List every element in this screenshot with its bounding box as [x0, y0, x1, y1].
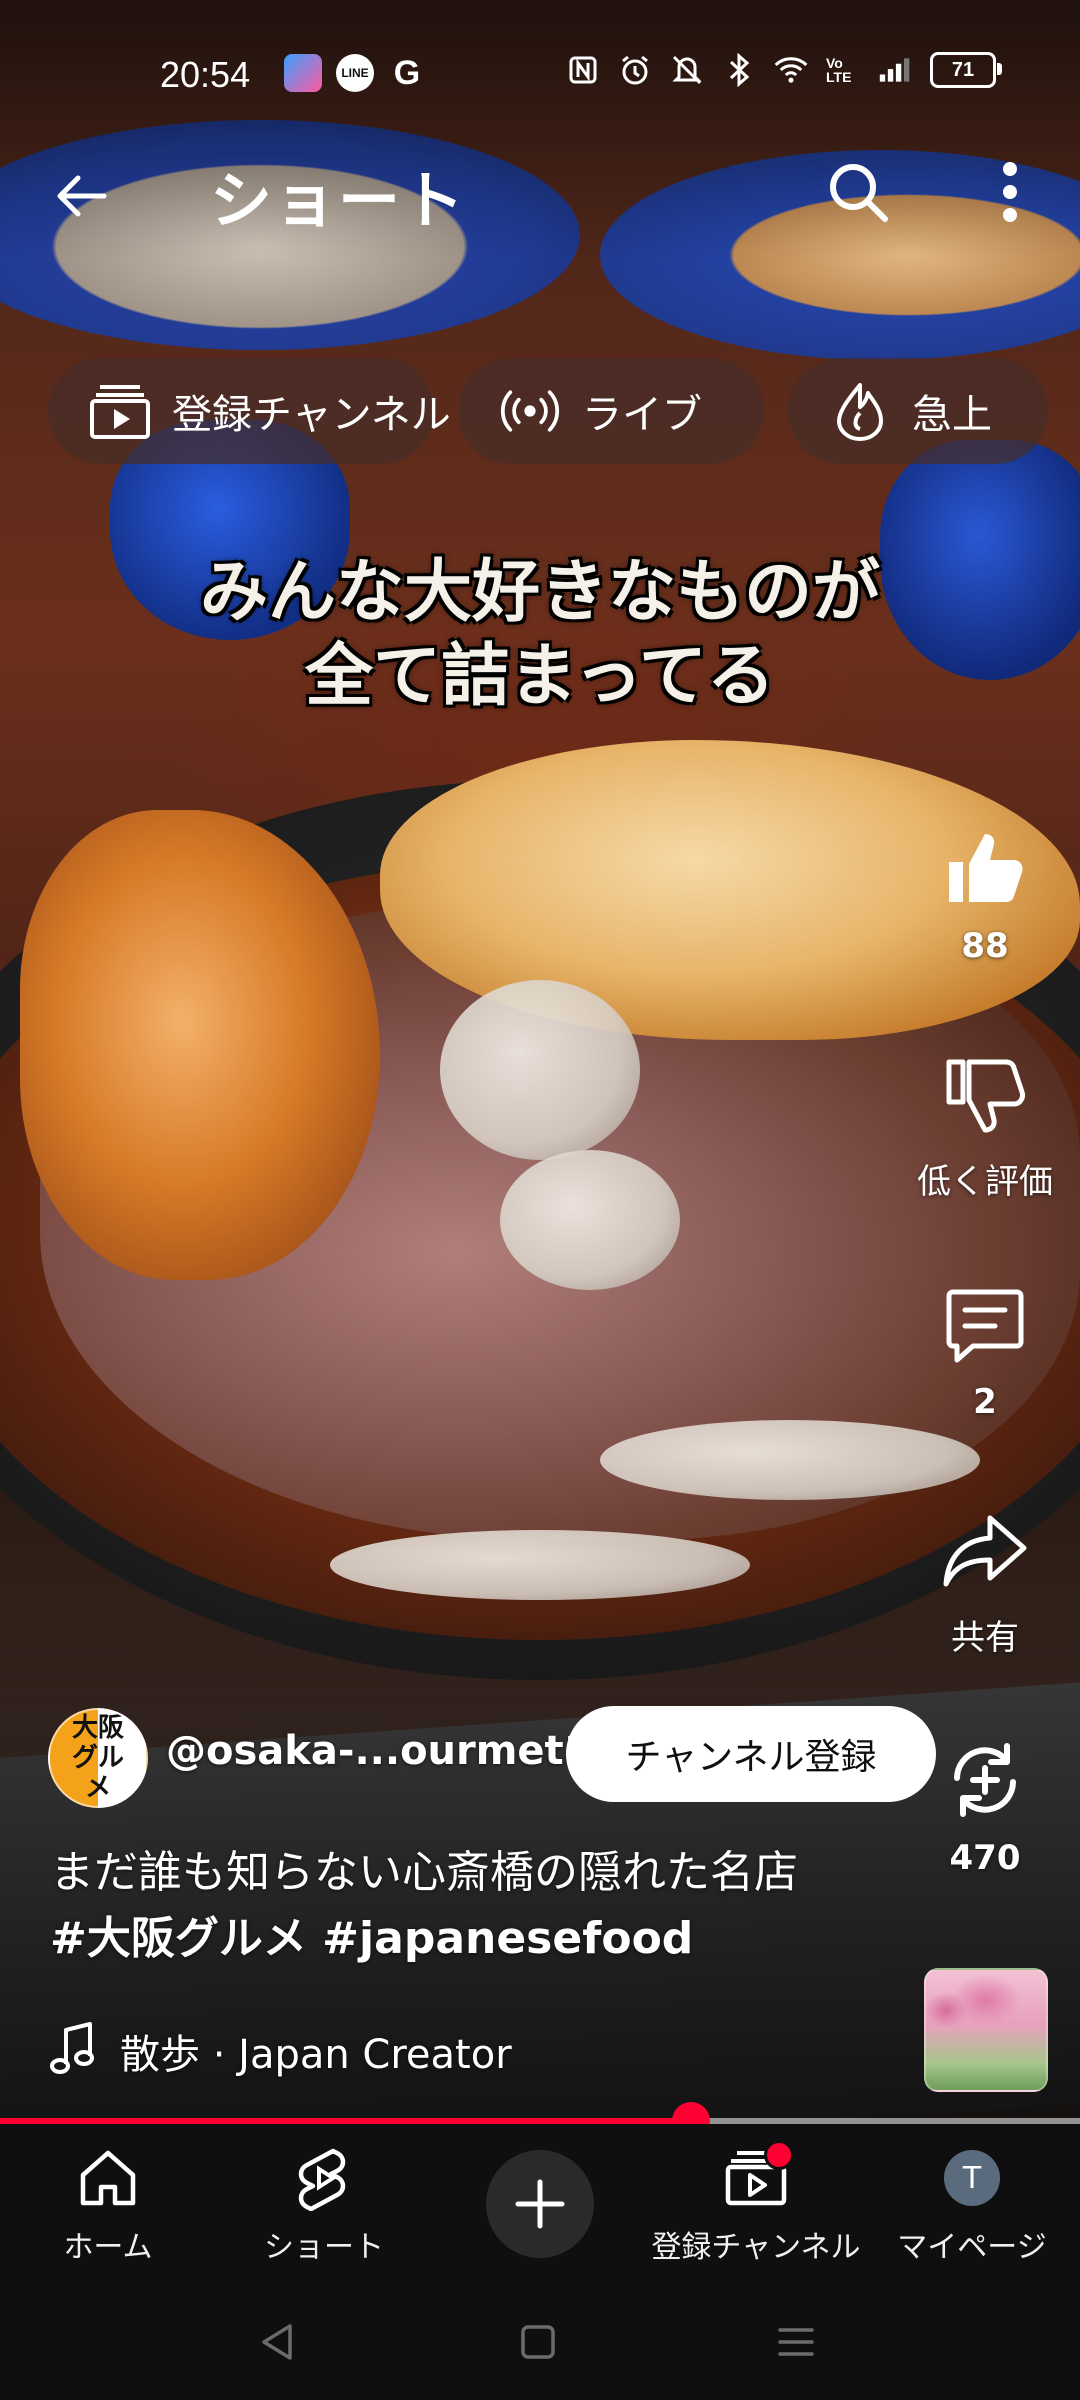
like-button[interactable]: 88: [900, 820, 1070, 966]
comment-icon: [937, 1276, 1033, 1372]
menu-lines-icon: [778, 2328, 814, 2356]
chip-live[interactable]: ライブ: [458, 358, 764, 464]
status-indicators: Vo LTE 71: [566, 52, 1002, 88]
nav-you-label: マイページ: [897, 2230, 1047, 2265]
nav-home[interactable]: ホーム: [0, 2142, 216, 2272]
chip-label: ライブ: [582, 392, 702, 438]
channel-handle[interactable]: @osaka-...ourmet1: [166, 1728, 592, 1774]
like-count: 88: [961, 926, 1009, 966]
live-icon: [500, 381, 560, 441]
remix-count: 470: [949, 1838, 1021, 1878]
plus-icon: [515, 2179, 565, 2229]
triangle-back-icon: [262, 2324, 292, 2360]
video-title[interactable]: まだ誰も知らない心斎橋の隠れた名店 #大阪グルメ #japanesefood: [50, 1840, 910, 1972]
system-recents-button[interactable]: [766, 2312, 826, 2372]
shorts-icon: [288, 2142, 360, 2214]
line-app-icon: LINE: [336, 54, 374, 92]
ai-app-icon: [284, 54, 322, 92]
comment-count: 2: [973, 1382, 997, 1422]
profile-avatar-letter: T: [944, 2150, 1000, 2206]
music-note-icon: [50, 2022, 94, 2080]
chip-subscriptions[interactable]: 登録チャンネル: [48, 358, 451, 464]
dislike-button[interactable]: 低く評価: [900, 1048, 1070, 1203]
video-caption-line-2: 全て詰まってる: [305, 636, 775, 716]
thumbs-up-icon: [937, 820, 1033, 916]
back-arrow-icon: [57, 175, 107, 217]
video-onion-3: [600, 1420, 980, 1500]
notification-dot: [764, 2140, 794, 2170]
chip-trending[interactable]: 急上: [788, 358, 1048, 464]
volte-icon: Vo LTE: [826, 55, 852, 85]
signal-icon: [878, 53, 912, 87]
thumbs-down-icon: [937, 1048, 1033, 1144]
status-app-icons: LINE G: [284, 54, 426, 92]
remix-icon: [937, 1732, 1033, 1828]
nav-subscriptions[interactable]: 登録チャンネル: [648, 2140, 864, 2272]
search-button[interactable]: [820, 154, 896, 230]
page-title: ショート: [210, 164, 467, 237]
more-vertical-icon: [1003, 162, 1017, 222]
more-options-button[interactable]: [972, 154, 1048, 230]
profile-avatar: T: [936, 2142, 1008, 2214]
channel-row: 大阪グルメ @osaka-...ourmet1 チャンネル登録: [48, 1706, 936, 1808]
status-bar: 20:54 LINE G Vo LTE 71: [0, 40, 1080, 110]
battery-icon: 71: [930, 52, 1002, 88]
video-hashtags[interactable]: #大阪グルメ #japanesefood: [50, 1906, 910, 1972]
video-caption-line-1: みんな大好きなものが: [199, 552, 880, 632]
bluetooth-icon: [722, 53, 756, 87]
create-button[interactable]: [486, 2150, 594, 2258]
mute-icon: [670, 53, 704, 87]
nav-shorts-label: ショート: [264, 2230, 384, 2265]
home-icon: [72, 2142, 144, 2214]
subscriptions-nav-icon: [720, 2140, 794, 2214]
music-row[interactable]: 散歩 · Japan Creator: [50, 2016, 512, 2086]
search-icon: [830, 164, 888, 222]
square-home-icon: [521, 2325, 555, 2359]
share-icon: [937, 1504, 1033, 1600]
filter-chips: 登録チャンネル ライブ 急上: [48, 358, 1048, 464]
video-onion-4: [330, 1530, 750, 1600]
nav-you[interactable]: T マイページ: [864, 2142, 1080, 2272]
google-app-icon: G: [393, 53, 421, 92]
chip-label: 登録チャンネル: [172, 392, 451, 438]
chip-label: 急上: [912, 392, 992, 438]
music-label: 散歩 · Japan Creator: [120, 2032, 512, 2078]
system-navigation-bar: [0, 2284, 1080, 2400]
video-title-text: まだ誰も知らない心斎橋の隠れた名店: [50, 1847, 798, 1898]
nfc-icon: [566, 53, 600, 87]
status-time: 20:54: [160, 54, 251, 95]
music-thumbnail[interactable]: [924, 1968, 1048, 2092]
top-app-bar: ショート: [0, 140, 1080, 240]
subscribe-button[interactable]: チャンネル登録: [566, 1706, 936, 1802]
video-caption: みんな大好きなものが 全て詰まってる: [100, 550, 980, 718]
video-onion-2: [500, 1150, 680, 1290]
trending-icon: [830, 381, 890, 441]
bottom-navigation: ホーム ショート 登録チャンネル T マイページ: [0, 2124, 1080, 2284]
wifi-icon: [774, 53, 808, 87]
alarm-icon: [618, 53, 652, 87]
shorts-screen: 20:54 LINE G Vo LTE 71 ショート 登録チャンネル ライブ …: [0, 0, 1080, 2400]
video-onion-1: [440, 980, 640, 1160]
share-button[interactable]: 共有: [900, 1504, 1070, 1659]
system-back-button[interactable]: [248, 2312, 308, 2372]
nav-home-label: ホーム: [63, 2230, 153, 2265]
channel-avatar[interactable]: 大阪グルメ: [48, 1708, 148, 1808]
nav-shorts[interactable]: ショート: [216, 2142, 432, 2272]
back-button[interactable]: [44, 158, 120, 234]
channel-avatar-text: 大阪グルメ: [71, 1713, 124, 1803]
system-home-button[interactable]: [508, 2312, 568, 2372]
dislike-label: 低く評価: [917, 1162, 1053, 1202]
subscriptions-icon: [90, 381, 150, 441]
nav-subscriptions-label: 登録チャンネル: [651, 2230, 861, 2265]
comments-button[interactable]: 2: [900, 1276, 1070, 1422]
share-label: 共有: [951, 1618, 1019, 1658]
